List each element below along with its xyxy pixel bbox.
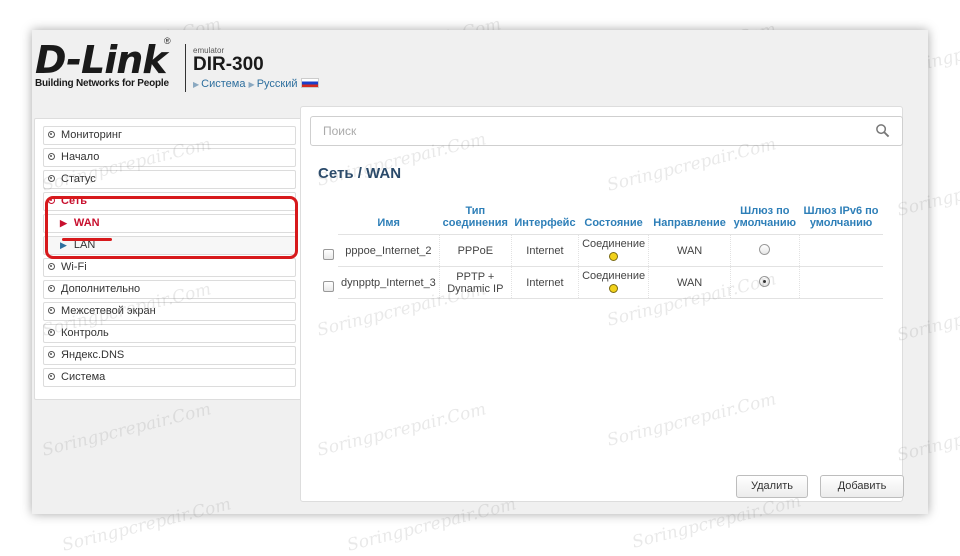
row-checkbox[interactable]: [322, 281, 334, 292]
add-button[interactable]: Добавить: [820, 475, 904, 498]
cell-name: pppoe_Internet_2: [338, 234, 440, 267]
sidebar-item-monitoring[interactable]: Мониторинг: [43, 126, 296, 145]
search-icon[interactable]: [875, 123, 890, 138]
main-panel: Сеть / WAN Имя Тип соединения Интерфейс …: [300, 106, 904, 502]
sidebar-item-label: Яндекс.DNS: [61, 349, 125, 361]
sidebar-item-label: Дополнительно: [61, 283, 141, 295]
cell-interface: Internet: [511, 266, 580, 299]
logo-text: D-Link: [35, 38, 168, 82]
column-header-type: Тип соединения: [442, 205, 508, 229]
search-box: [310, 116, 903, 146]
sidebar-item-advanced[interactable]: Дополнительно: [43, 280, 296, 299]
sidebar-item-label: Сеть: [61, 195, 88, 207]
bullet-icon: [48, 329, 55, 336]
sidebar-item-yandex-dns[interactable]: Яндекс.DNS: [43, 346, 296, 365]
sidebar-item-label: Wi-Fi: [61, 261, 87, 273]
cell-gateway-ipv6: [799, 234, 884, 267]
sidebar-menu: Мониторинг Начало Статус Сеть ▶ WAN ▶ LAN …: [35, 119, 301, 387]
sidebar-item-control[interactable]: Контроль: [43, 324, 296, 343]
column-header-gateway: Шлюз по умолчанию: [733, 205, 797, 229]
column-header-state: Состояние: [584, 217, 643, 229]
chevron-right-icon: ▶: [60, 240, 67, 250]
select-column-header: [318, 201, 338, 235]
sidebar-item-label: Контроль: [61, 327, 109, 339]
header-divider: [185, 44, 186, 92]
cell-name: dynpptp_Internet_3: [338, 266, 440, 299]
state-label: Соединение: [582, 237, 646, 250]
cell-state: Соединение: [578, 234, 650, 267]
registered-mark: ®: [164, 36, 171, 46]
router-admin-window: D-Link Building Networks for People ® em…: [32, 30, 928, 514]
bullet-icon: [48, 153, 55, 160]
wan-connections-table: Имя Тип соединения Интерфейс Состояние Н…: [318, 201, 884, 299]
bullet-icon: [48, 285, 55, 292]
sidebar-item-label: Система: [61, 371, 106, 383]
table-header-row: Имя Тип соединения Интерфейс Состояние Н…: [318, 201, 883, 235]
sidebar-item-label: Начало: [61, 151, 100, 163]
default-gateway-radio[interactable]: [759, 243, 771, 255]
table-row[interactable]: pppoe_Internet_2 PPPoE Internet Соединен…: [318, 234, 884, 267]
sidebar-item-wifi[interactable]: Wi-Fi: [43, 258, 296, 277]
sidebar-item-system[interactable]: Система: [43, 368, 296, 387]
cell-type: PPTP + Dynamic IP: [439, 266, 512, 299]
dlink-logo[interactable]: D-Link Building Networks for People: [35, 38, 169, 89]
header: D-Link Building Networks for People ® em…: [32, 30, 928, 104]
cell-gateway: [730, 266, 800, 299]
highlight-underline: [62, 238, 112, 241]
russian-flag-icon[interactable]: [300, 78, 319, 88]
sidebar-item-label: Мониторинг: [61, 129, 123, 141]
bullet-icon: [48, 131, 55, 138]
cell-direction: WAN: [648, 266, 732, 299]
bullet-icon: [48, 197, 55, 204]
table-row[interactable]: dynpptp_Internet_3 PPTP + Dynamic IP Int…: [318, 266, 884, 299]
status-indicator-icon: [609, 251, 619, 261]
status-indicator-icon: [609, 283, 619, 293]
sidebar-item-label: Межсетевой экран: [61, 305, 156, 317]
sidebar-subitem-wan[interactable]: ▶ WAN: [43, 214, 296, 233]
system-link[interactable]: Система: [201, 78, 245, 90]
sidebar-item-label: Статус: [61, 173, 96, 185]
cell-gateway-ipv6: [799, 266, 884, 299]
sidebar-item-status[interactable]: Статус: [43, 170, 296, 189]
model-name: DIR-300: [193, 54, 264, 75]
cell-interface: Internet: [511, 234, 580, 267]
row-select-cell: [318, 267, 338, 299]
chevron-right-icon: ▶: [60, 218, 67, 228]
default-gateway-radio[interactable]: [759, 275, 771, 287]
cell-type: PPPoE: [439, 234, 512, 267]
bullet-icon: [48, 307, 55, 314]
cell-gateway: [730, 234, 800, 267]
sidebar-item-start[interactable]: Начало: [43, 148, 296, 167]
column-header-name: Имя: [377, 217, 400, 229]
bullet-icon: [48, 373, 55, 380]
model-info: emulator DIR-300 ▶ Система ▶ Русский: [193, 46, 319, 90]
language-link[interactable]: Русский: [257, 78, 298, 90]
row-select-cell: [318, 235, 338, 267]
search-input[interactable]: [311, 117, 875, 145]
bullet-icon: [48, 351, 55, 358]
state-label: Соединение: [582, 269, 646, 282]
column-header-gateway-ipv6: Шлюз IPv6 по умолчанию: [803, 205, 879, 229]
column-header-interface: Интерфейс: [514, 217, 576, 229]
sidebar-subitem-label: WAN: [73, 217, 100, 229]
sidebar-item-network[interactable]: Сеть: [43, 192, 296, 211]
bullet-icon: [48, 263, 55, 270]
sidebar-item-firewall[interactable]: Межсетевой экран: [43, 302, 296, 321]
cell-direction: WAN: [648, 234, 732, 267]
column-header-direction: Направление: [653, 217, 726, 229]
delete-button[interactable]: Удалить: [736, 475, 808, 498]
header-links: ▶ Система ▶ Русский: [193, 78, 319, 90]
bullet-icon: [48, 175, 55, 182]
cell-state: Соединение: [578, 266, 650, 299]
arrow-right-icon: ▶: [248, 80, 255, 89]
arrow-right-icon: ▶: [193, 80, 200, 89]
logo-tagline: Building Networks for People: [35, 78, 169, 89]
page-title: Сеть / WAN: [318, 165, 402, 182]
row-checkbox[interactable]: [322, 249, 334, 260]
sidebar: Мониторинг Начало Статус Сеть ▶ WAN ▶ LAN …: [34, 118, 302, 400]
